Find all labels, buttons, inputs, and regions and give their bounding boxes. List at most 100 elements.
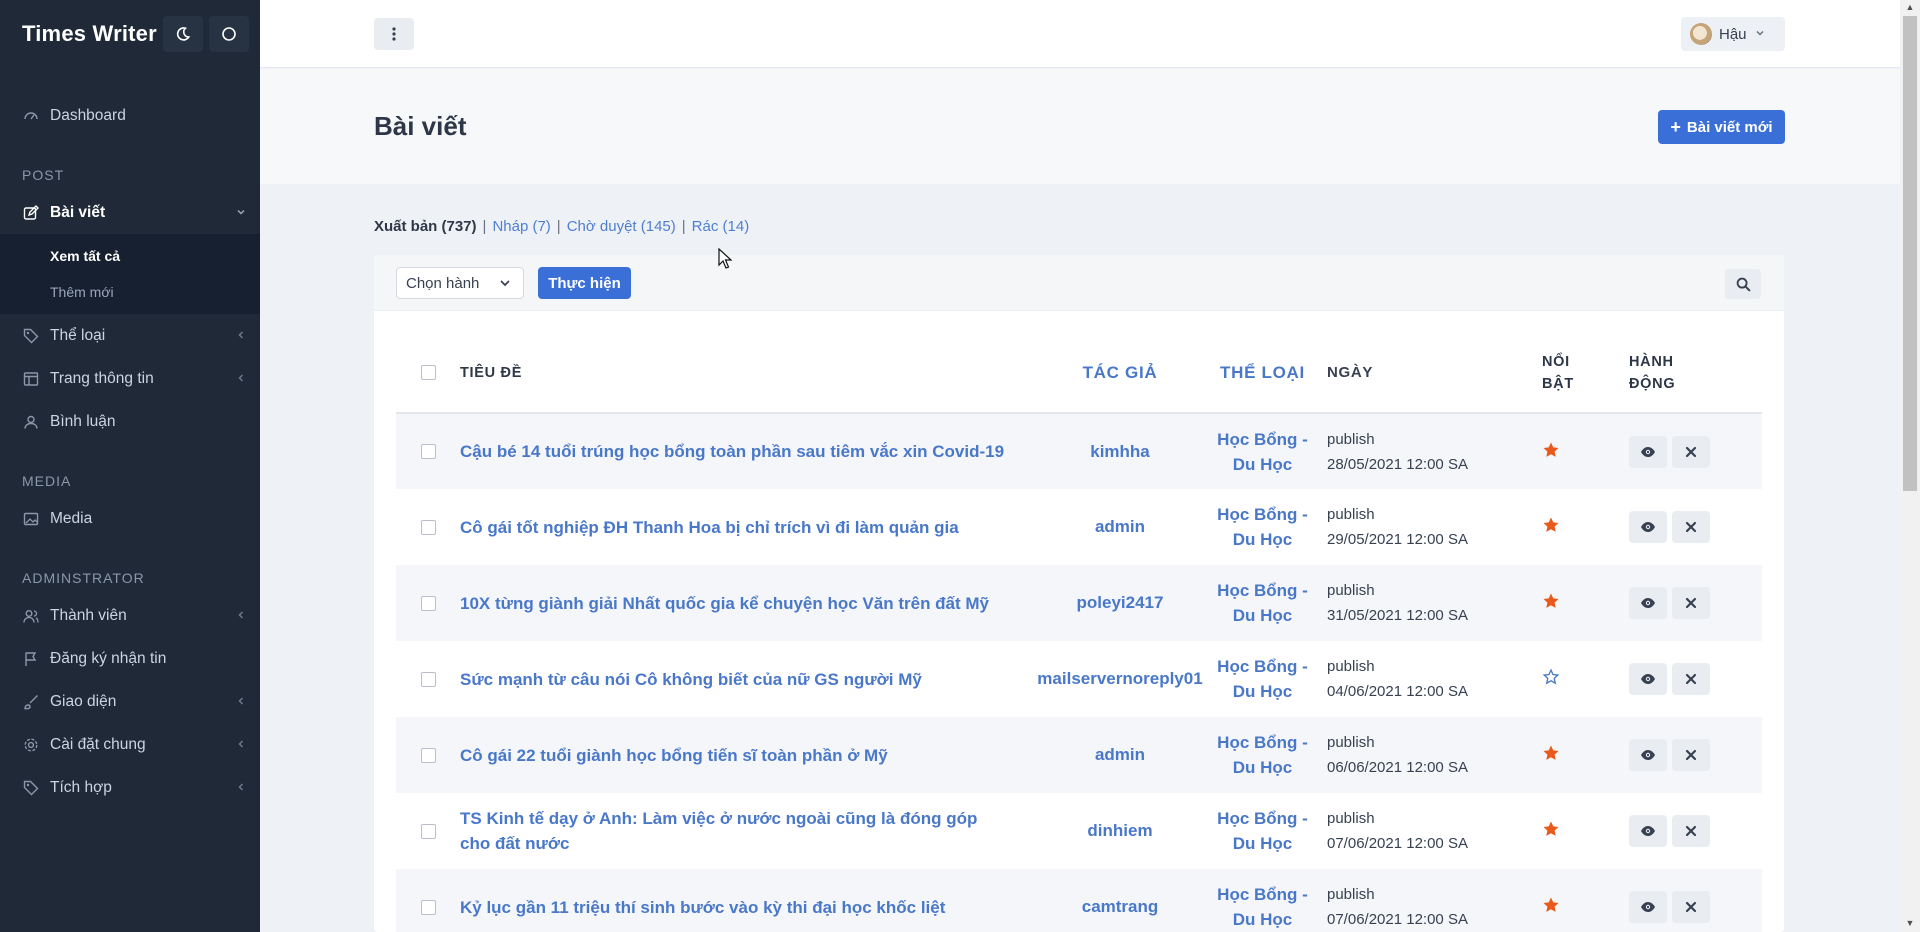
bulk-action-select[interactable]: Chọn hành [396, 267, 524, 299]
header-title[interactable]: TIÊU ĐỀ [460, 333, 1030, 414]
eye-icon [1640, 521, 1656, 533]
header-date[interactable]: NGÀY [1315, 333, 1531, 414]
post-author-link[interactable]: poleyi2417 [1030, 565, 1210, 641]
chevron-left-icon [236, 372, 246, 386]
table-row: Cậu bé 14 tuổi trúng học bổng toàn phần … [396, 413, 1762, 489]
row-checkbox[interactable] [420, 519, 436, 535]
sidebar-item-media[interactable]: Media [0, 497, 260, 540]
sidebar-item-label: Dashboard [50, 106, 126, 124]
sidebar-item-members[interactable]: Thành viên [0, 594, 260, 637]
apply-button[interactable]: Thực hiện [538, 267, 631, 299]
row-featured-cell [1531, 641, 1621, 717]
row-checkbox[interactable] [420, 444, 436, 460]
post-category-link[interactable]: Học Bổng - Du Học [1210, 717, 1315, 793]
sidebar-item-posts[interactable]: Bài viết [0, 191, 260, 234]
select-all-checkbox[interactable] [420, 365, 436, 381]
post-category-link[interactable]: Học Bổng - Du Học [1210, 565, 1315, 641]
post-author-link[interactable]: mailservernoreply01 [1030, 641, 1210, 717]
star-icon[interactable] [1542, 593, 1560, 614]
post-title-link[interactable]: Sức mạnh từ câu nói Cô không biết của nữ… [460, 670, 922, 689]
delete-button[interactable] [1672, 435, 1710, 468]
sidebar-item-integrations[interactable]: Tích hợp [0, 766, 260, 809]
delete-button[interactable] [1672, 891, 1710, 923]
sidebar-item-categories[interactable]: Thể loại [0, 314, 260, 357]
post-category-link[interactable]: Học Bổng - Du Học [1210, 641, 1315, 717]
row-title-cell: Cô gái tốt nghiệp ĐH Thanh Hoa bị chỉ tr… [460, 489, 1030, 565]
new-post-label: Bài viết mới [1686, 118, 1773, 136]
post-title-link[interactable]: 10X từng giành giải Nhất quốc gia kể chu… [460, 594, 989, 613]
sidebar-subitem-view-all[interactable]: Xem tất cả [0, 238, 260, 274]
post-title-link[interactable]: Cô gái 22 tuổi giành học bổng tiến sĩ to… [460, 746, 888, 765]
delete-button[interactable] [1672, 511, 1710, 543]
scroll-down-arrow[interactable]: ▼ [1905, 918, 1915, 928]
star-icon[interactable] [1542, 668, 1560, 690]
page-scrollbar[interactable]: ▲ ▼ [1900, 0, 1920, 932]
row-checkbox[interactable] [420, 671, 436, 687]
sidebar-item-pages[interactable]: Trang thông tin [0, 357, 260, 400]
post-category-link[interactable]: Học Bổng - Du Học [1210, 489, 1315, 565]
view-button[interactable] [1629, 587, 1667, 619]
sidebar-item-comments[interactable]: Bình luận [0, 400, 260, 443]
file-icon [22, 370, 40, 388]
post-author-link[interactable]: admin [1030, 489, 1210, 565]
delete-button[interactable] [1672, 815, 1710, 847]
view-button[interactable] [1629, 663, 1667, 695]
delete-button[interactable] [1672, 663, 1710, 695]
scroll-up-arrow[interactable]: ▲ [1905, 2, 1915, 12]
delete-button[interactable] [1672, 739, 1710, 771]
chevron-down-icon [236, 206, 246, 220]
post-title-link[interactable]: Kỷ lục gần 11 triệu thí sinh bước vào kỳ… [460, 898, 945, 917]
filter-published[interactable]: Xuất bản (737) [374, 218, 477, 235]
view-button[interactable] [1629, 435, 1667, 468]
row-title-cell: Cô gái 22 tuổi giành học bổng tiến sĩ to… [460, 717, 1030, 793]
menu-button[interactable] [374, 18, 414, 50]
filter-pending[interactable]: Chờ duyệt (145) [567, 218, 676, 235]
filter-draft[interactable]: Nháp (7) [492, 218, 550, 235]
star-icon[interactable] [1542, 442, 1560, 463]
row-featured-cell [1531, 717, 1621, 793]
eye-icon [1640, 749, 1656, 761]
post-author-link[interactable]: admin [1030, 717, 1210, 793]
row-checkbox[interactable] [420, 899, 436, 915]
app-title[interactable]: Times Writer [22, 21, 157, 47]
new-post-button[interactable]: + Bài viết mới [1658, 110, 1785, 144]
post-author-link[interactable]: dinhiem [1030, 793, 1210, 869]
sidebar-item-dashboard[interactable]: Dashboard [0, 94, 260, 137]
post-category-link[interactable]: Học Bổng - Du Học [1210, 793, 1315, 869]
row-checkbox[interactable] [420, 595, 436, 611]
dark-mode-toggle[interactable] [162, 16, 203, 52]
view-button[interactable] [1629, 511, 1667, 543]
post-title-link[interactable]: Cậu bé 14 tuổi trúng học bổng toàn phần … [460, 442, 1004, 461]
star-icon[interactable] [1542, 517, 1560, 538]
header-author[interactable]: TÁC GIẢ [1030, 333, 1210, 414]
sidebar-item-subscribers[interactable]: Đăng ký nhận tin [0, 637, 260, 680]
section-media: MEDIA [22, 473, 72, 489]
view-button[interactable] [1629, 891, 1667, 923]
star-icon[interactable] [1542, 897, 1560, 918]
filter-trash[interactable]: Rác (14) [692, 218, 750, 235]
row-checkbox[interactable] [420, 747, 436, 763]
posts-card: Chọn hành Thực hiện TIÊU ĐỀ TÁC GIẢ THỂ … [374, 255, 1784, 932]
post-title-link[interactable]: Cô gái tốt nghiệp ĐH Thanh Hoa bị chỉ tr… [460, 518, 959, 537]
row-checkbox[interactable] [420, 823, 436, 839]
layout-toggle[interactable] [208, 16, 249, 52]
filter-separator: | [482, 218, 487, 235]
sidebar-item-appearance[interactable]: Giao diện [0, 680, 260, 723]
user-menu[interactable]: Hậu [1681, 17, 1785, 51]
search-button[interactable] [1725, 269, 1761, 299]
sidebar-item-settings[interactable]: Cài đặt chung [0, 723, 260, 766]
star-icon[interactable] [1542, 745, 1560, 766]
post-author-link[interactable]: camtrang [1030, 869, 1210, 932]
post-category-link[interactable]: Học Bổng - Du Học [1210, 869, 1315, 932]
view-button[interactable] [1629, 815, 1667, 847]
scroll-thumb[interactable] [1903, 16, 1917, 491]
post-author-link[interactable]: kimhha [1030, 413, 1210, 489]
sidebar-subitem-add-new[interactable]: Thêm mới [0, 274, 260, 310]
header-category[interactable]: THỂ LOẠI [1210, 333, 1315, 414]
post-date: 06/06/2021 12:00 SA [1327, 759, 1468, 776]
delete-button[interactable] [1672, 587, 1710, 619]
view-button[interactable] [1629, 739, 1667, 771]
star-icon[interactable] [1542, 821, 1560, 842]
post-title-link[interactable]: TS Kinh tế dạy ở Anh: Làm việc ở nước ng… [460, 809, 977, 853]
post-category-link[interactable]: Học Bổng - Du Học [1210, 413, 1315, 489]
